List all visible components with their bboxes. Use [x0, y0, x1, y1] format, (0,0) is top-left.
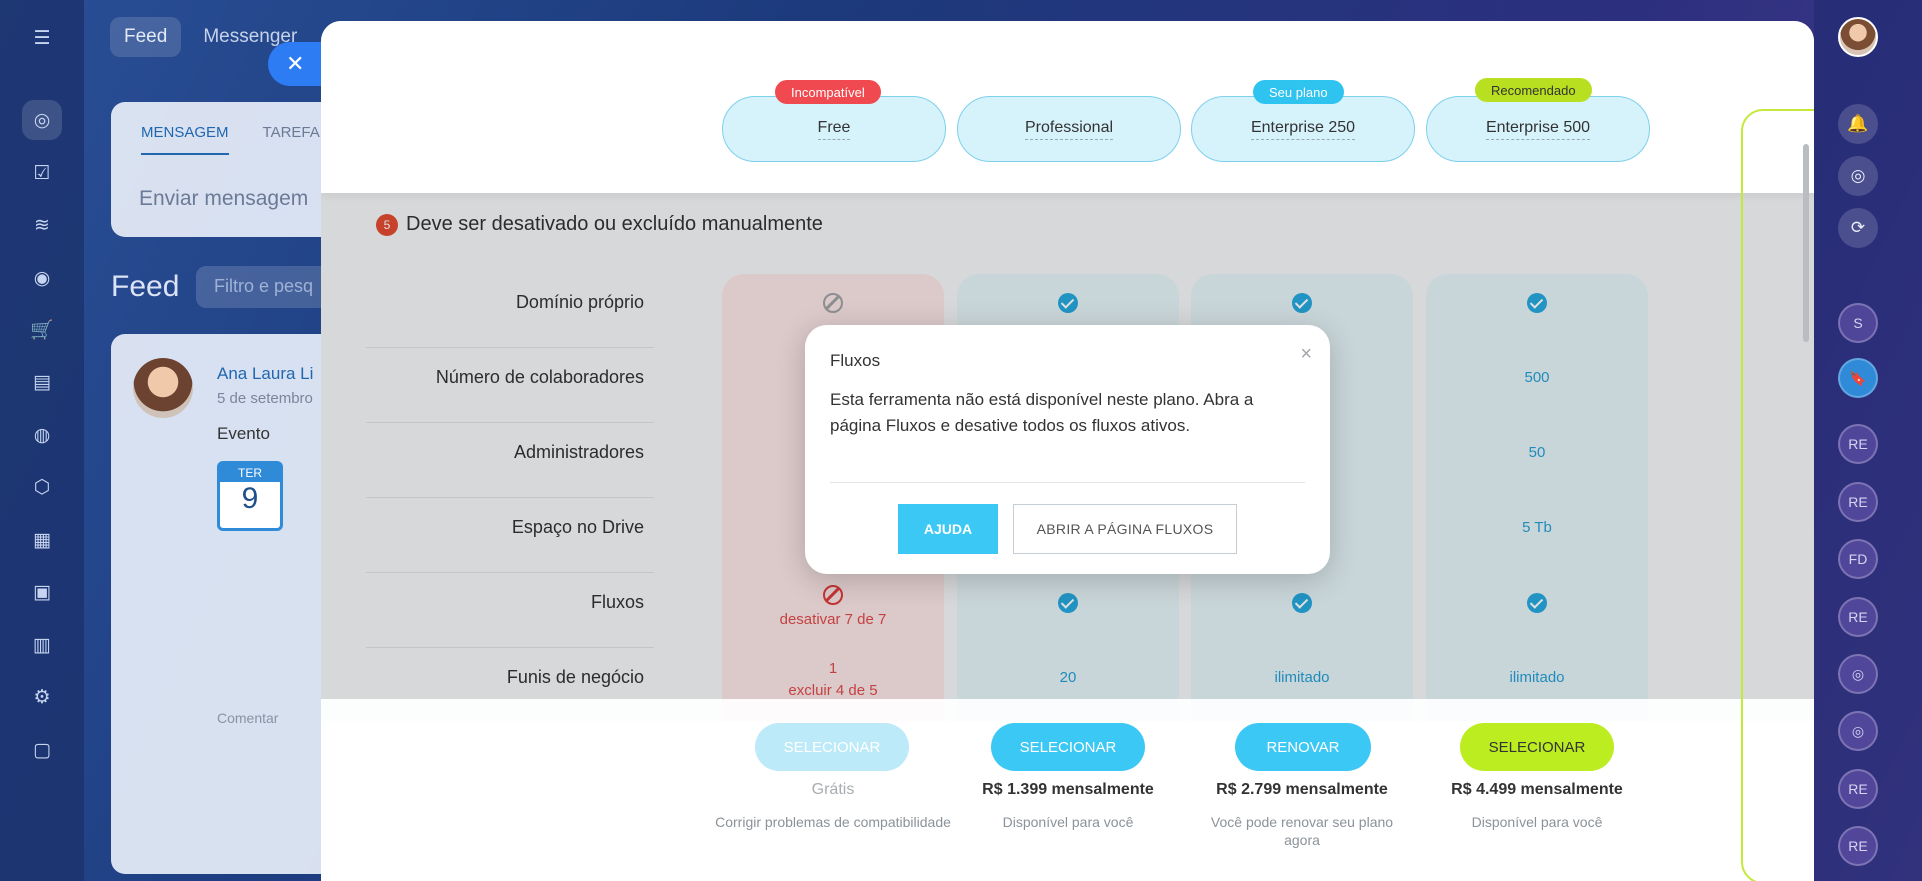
- feed-title: Feed: [111, 270, 180, 303]
- docs-icon[interactable]: ▢: [22, 730, 62, 770]
- dialog-title: Fluxos: [830, 351, 881, 370]
- chat-group-icon[interactable]: ◎: [1838, 654, 1878, 694]
- plan-footer: SELECIONAR SELECIONAR RENOVAR SELECIONAR…: [321, 699, 1814, 881]
- help-button[interactable]: AJUDA: [898, 504, 998, 554]
- chat-avatar[interactable]: FD: [1838, 539, 1878, 579]
- calendar-icon[interactable]: ▣: [22, 572, 62, 612]
- price-free: Grátis: [811, 781, 855, 798]
- tab-message[interactable]: MENSAGEM: [141, 124, 229, 155]
- tag-your-plan: Seu plano: [1253, 80, 1344, 104]
- contacts-icon[interactable]: ▤: [22, 362, 62, 402]
- post-date: 5 de setembro: [217, 390, 313, 407]
- close-icon[interactable]: ×: [1300, 343, 1312, 366]
- sync-icon[interactable]: ⟳: [1838, 208, 1878, 248]
- close-slider-button[interactable]: ✕: [268, 42, 328, 86]
- plan-free[interactable]: Free: [722, 96, 946, 162]
- building-icon[interactable]: ▦: [22, 520, 62, 560]
- feed-filter-input[interactable]: Filtro e pesq: [196, 266, 336, 308]
- renew-button[interactable]: RENOVAR: [1235, 723, 1371, 771]
- chart-icon[interactable]: ▥: [22, 625, 62, 665]
- divider: [830, 482, 1305, 483]
- note-free: Corrigir problemas de compatibilidade: [715, 814, 951, 830]
- feed-icon[interactable]: ◎: [22, 100, 62, 140]
- price-enterprise-250: R$ 2.799 mensalmente: [1216, 781, 1388, 798]
- tasks-icon[interactable]: ☑: [22, 153, 62, 193]
- plan-enterprise-250[interactable]: Enterprise 250: [1191, 96, 1415, 162]
- chat-avatar[interactable]: S: [1838, 303, 1878, 343]
- post-type: Evento: [217, 424, 270, 443]
- box-icon[interactable]: ⬡: [22, 467, 62, 507]
- event-calendar-icon: TER 9: [217, 461, 283, 531]
- settings-icon[interactable]: ⚙: [22, 677, 62, 717]
- post-author[interactable]: Ana Laura Li: [217, 364, 313, 384]
- nav-feed[interactable]: Feed: [110, 17, 182, 57]
- plan-enterprise-500[interactable]: Enterprise 500: [1426, 96, 1650, 162]
- plan-professional[interactable]: Professional: [957, 96, 1181, 162]
- dialog-message: Esta ferramenta não está disponível nest…: [830, 390, 1254, 435]
- author-avatar[interactable]: [133, 358, 193, 418]
- chat-avatar[interactable]: RE: [1838, 769, 1878, 809]
- price-professional: R$ 1.399 mensalmente: [982, 781, 1154, 798]
- copilot-icon[interactable]: ◎: [1838, 156, 1878, 196]
- note-enterprise-250: Você pode renovar seu plano agora: [1210, 814, 1394, 848]
- chat-avatar[interactable]: RE: [1838, 597, 1878, 637]
- send-message-placeholder[interactable]: Enviar mensagem: [139, 187, 308, 211]
- chat-group-icon[interactable]: ◎: [1838, 711, 1878, 751]
- select-professional-button[interactable]: SELECIONAR: [991, 723, 1145, 771]
- open-fluxos-page-button[interactable]: ABRIR A PÁGINA FLUXOS: [1013, 504, 1237, 554]
- note-enterprise-500: Disponível para você: [1471, 814, 1603, 830]
- select-free-button[interactable]: SELECIONAR: [755, 723, 909, 771]
- goals-icon[interactable]: ◉: [22, 258, 62, 298]
- bookmark-icon[interactable]: 🔖: [1838, 358, 1878, 398]
- tag-incompatible: Incompatível: [775, 80, 881, 104]
- robot-icon[interactable]: ◍: [22, 415, 62, 455]
- chat-avatar[interactable]: RE: [1838, 424, 1878, 464]
- user-avatar[interactable]: [1838, 17, 1878, 57]
- tab-task[interactable]: TAREFA: [263, 124, 320, 155]
- left-sidebar: ☰ ◎ ☑ ≋ ◉ 🛒 ▤ ◍ ⬡ ▦ ▣ ▥ ⚙ ▢: [0, 0, 84, 881]
- comment-link[interactable]: Comentar: [217, 710, 278, 726]
- tag-recommended: Recomendado: [1475, 78, 1592, 102]
- scrollbar[interactable]: [1803, 144, 1809, 342]
- menu-icon[interactable]: ☰: [22, 18, 62, 58]
- price-enterprise-500: R$ 4.499 mensalmente: [1451, 781, 1623, 798]
- select-enterprise-500-button[interactable]: SELECIONAR: [1460, 723, 1614, 771]
- note-professional: Disponível para você: [1002, 814, 1134, 830]
- shop-icon[interactable]: 🛒: [22, 310, 62, 350]
- chat-avatar[interactable]: RE: [1838, 482, 1878, 522]
- crm-icon[interactable]: ≋: [22, 205, 62, 245]
- chat-avatar[interactable]: RE: [1838, 826, 1878, 866]
- fluxos-dialog: Fluxos × Esta ferramenta não está dispon…: [805, 325, 1330, 574]
- plan-header: Free Professional Enterprise 250 Enterpr…: [321, 21, 1814, 193]
- bell-icon[interactable]: 🔔: [1838, 104, 1878, 144]
